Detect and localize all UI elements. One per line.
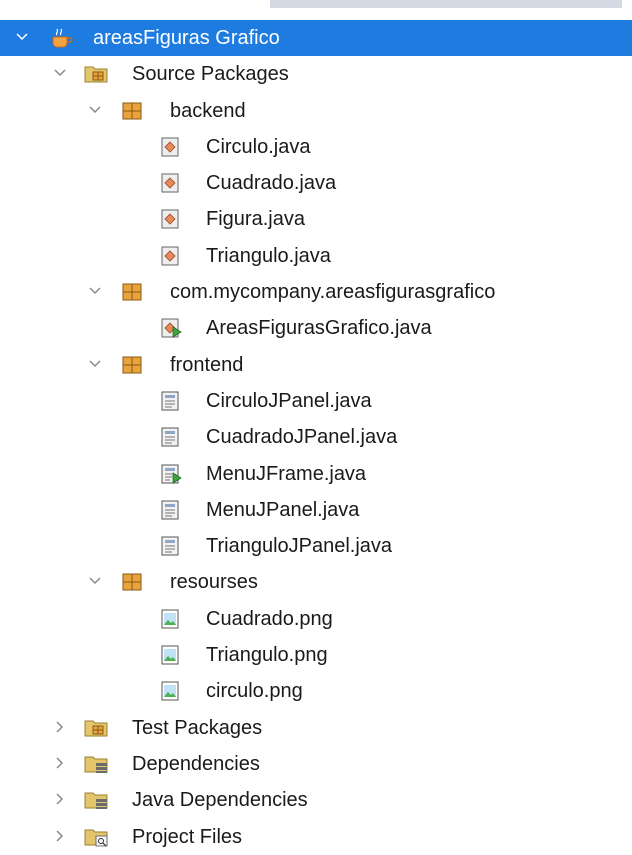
project-files-folder-icon [84, 827, 110, 847]
tree-label-dependencies: Dependencies [132, 752, 260, 775]
tree-label-file: Figura.java [206, 208, 305, 231]
tree-label-file: Triangulo.java [206, 244, 331, 267]
java-project-icon [50, 28, 74, 48]
test-packages-folder-icon [84, 718, 110, 738]
tree-row-file-triangulo-java[interactable]: Triangulo.java [0, 238, 632, 274]
java-form-file-icon [160, 536, 180, 556]
tree-row-file-triangulojpanel-java[interactable]: TrianguloJPanel.java [0, 528, 632, 564]
tree-label-file: AreasFigurasGrafico.java [206, 317, 432, 340]
tree-label-project-files: Project Files [132, 825, 243, 848]
image-file-icon [160, 609, 180, 629]
tree-row-project-files[interactable]: Project Files [0, 819, 632, 855]
source-packages-folder-icon [84, 64, 110, 84]
tree-row-file-menujpanel-java[interactable]: MenuJPanel.java [0, 492, 632, 528]
java-class-file-icon [160, 137, 180, 157]
expand-arrow-expanded-icon[interactable] [88, 574, 102, 588]
tree-label-project: areasFiguras Grafico [93, 27, 280, 49]
package-icon [122, 101, 142, 121]
package-icon [122, 282, 142, 302]
image-file-icon [160, 645, 180, 665]
tree-label-file: Cuadrado.java [206, 172, 337, 195]
tree-label-test-packages: Test Packages [132, 716, 263, 739]
tree-row-file-triangulo-png[interactable]: Triangulo.png [0, 637, 632, 673]
dependencies-folder-icon [84, 754, 110, 774]
tree-row-package-frontend[interactable]: frontend [0, 347, 632, 383]
package-icon [122, 355, 142, 375]
expand-arrow-collapsed-icon[interactable] [53, 756, 67, 770]
java-main-class-icon [160, 318, 182, 339]
expand-arrow-collapsed-icon[interactable] [53, 720, 67, 734]
project-tree: areasFiguras Grafico Source Packages bac… [0, 20, 632, 855]
tree-label-package-frontend: frontend [170, 353, 244, 376]
java-dependencies-folder-icon [84, 790, 110, 810]
tree-label-file: TrianguloJPanel.java [206, 535, 393, 558]
tree-row-dependencies[interactable]: Dependencies [0, 746, 632, 782]
java-form-file-icon [160, 391, 180, 411]
tree-label-file: Circulo.java [206, 135, 311, 158]
tree-row-file-areasfigurasgrafico-java[interactable]: AreasFigurasGrafico.java [0, 310, 632, 346]
tree-label-file: MenuJFrame.java [206, 462, 367, 485]
java-class-file-icon [160, 209, 180, 229]
tree-row-file-cuadradojpanel-java[interactable]: CuadradoJPanel.java [0, 419, 632, 455]
tree-row-file-circulojpanel-java[interactable]: CirculoJPanel.java [0, 383, 632, 419]
tree-row-file-circulo-png[interactable]: circulo.png [0, 673, 632, 709]
tree-row-test-packages[interactable]: Test Packages [0, 710, 632, 746]
java-form-file-icon [160, 427, 180, 447]
expand-arrow-expanded-icon[interactable] [15, 30, 29, 44]
expand-arrow-expanded-icon[interactable] [88, 284, 102, 298]
tree-label-file: MenuJPanel.java [206, 498, 360, 521]
tree-row-source-packages[interactable]: Source Packages [0, 56, 632, 92]
tree-label-package-main: com.mycompany.areasfigurasgrafico [170, 281, 496, 304]
tree-label-file: Triangulo.png [206, 644, 328, 667]
java-form-main-icon [160, 464, 182, 484]
java-form-file-icon [160, 500, 180, 520]
tree-label-file: circulo.png [206, 680, 303, 703]
tree-label-file: Cuadrado.png [206, 607, 333, 630]
package-icon [122, 572, 142, 592]
tree-label-package-backend: backend [170, 99, 246, 122]
java-class-file-icon [160, 246, 180, 266]
tree-row-file-circulo-java[interactable]: Circulo.java [0, 129, 632, 165]
tree-row-file-cuadrado-java[interactable]: Cuadrado.java [0, 165, 632, 201]
image-file-icon [160, 681, 180, 701]
tree-row-package-resourses[interactable]: resourses [0, 564, 632, 600]
expand-arrow-collapsed-icon[interactable] [53, 792, 67, 806]
java-class-file-icon [160, 173, 180, 193]
tree-label-file: CuadradoJPanel.java [206, 426, 398, 449]
expand-arrow-expanded-icon[interactable] [88, 357, 102, 371]
expand-arrow-collapsed-icon[interactable] [53, 829, 67, 843]
tree-row-file-menujframe-java[interactable]: MenuJFrame.java [0, 456, 632, 492]
tree-label-java-dependencies: Java Dependencies [132, 789, 308, 812]
tree-row-project[interactable]: areasFiguras Grafico [0, 20, 632, 57]
tree-label-package-resourses: resourses [170, 571, 258, 594]
expand-arrow-expanded-icon[interactable] [88, 103, 102, 117]
tree-label-source-packages: Source Packages [132, 63, 289, 86]
tree-label-file: CirculoJPanel.java [206, 389, 372, 412]
tree-row-package-backend[interactable]: backend [0, 93, 632, 129]
top-border [10, 0, 622, 8]
tree-row-file-cuadrado-png[interactable]: Cuadrado.png [0, 601, 632, 637]
tree-row-java-dependencies[interactable]: Java Dependencies [0, 782, 632, 818]
tree-row-package-main[interactable]: com.mycompany.areasfigurasgrafico [0, 274, 632, 310]
tree-row-file-figura-java[interactable]: Figura.java [0, 201, 632, 237]
expand-arrow-expanded-icon[interactable] [53, 66, 67, 80]
